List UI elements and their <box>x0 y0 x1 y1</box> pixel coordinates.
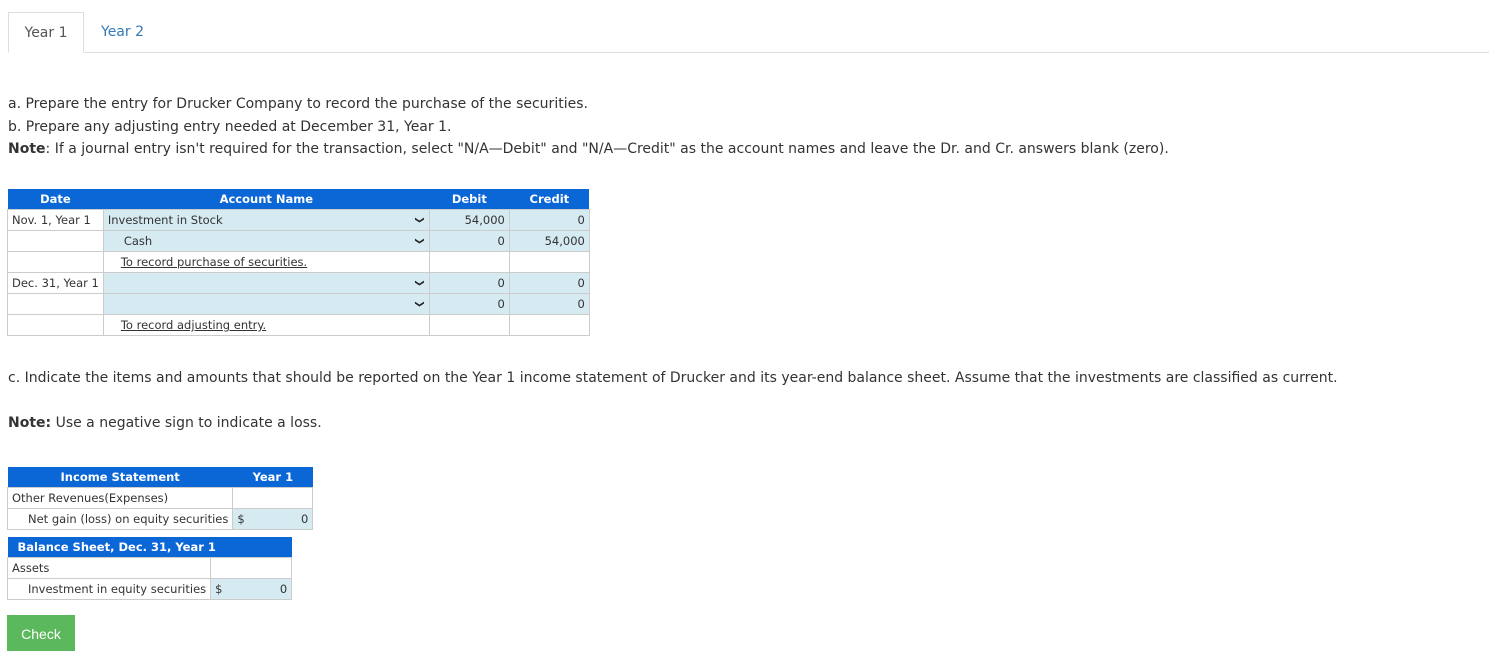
date-cell <box>7 230 104 252</box>
empty-cell <box>508 314 590 336</box>
instruction-note: Note: If a journal entry isn't required … <box>8 138 1169 161</box>
credit-input[interactable]: 0 <box>508 272 590 294</box>
instructions: a. Prepare the entry for Drucker Company… <box>8 93 1169 161</box>
currency-symbol: $ <box>215 582 223 596</box>
table-row: Dec. 31, Year 1 ❯ 0 0 <box>7 272 590 294</box>
table-row: Nov. 1, Year 1 Investment in Stock ❯ 54,0… <box>7 209 590 231</box>
note-text: Use a negative sign to indicate a loss. <box>51 415 322 431</box>
table-row: Other Revenues(Expenses) <box>6 487 314 509</box>
chevron-down-icon[interactable]: ❯ <box>414 237 424 245</box>
journal-header-row: Date Account Name Debit Credit <box>7 189 590 210</box>
line-item-label: Investment in equity securities <box>6 578 212 600</box>
header-credit: Credit <box>509 189 590 210</box>
investment-input[interactable]: $0 <box>210 578 293 600</box>
net-gain-input[interactable]: $0 <box>232 508 314 530</box>
table-row: Assets <box>6 557 293 579</box>
debit-input[interactable]: 0 <box>428 272 510 294</box>
table-row: ❯ 0 0 <box>7 293 590 315</box>
empty-cell <box>232 487 314 509</box>
header-year-1: Year 1 <box>232 467 313 488</box>
line-item-label: Net gain (loss) on equity securities <box>6 508 234 530</box>
note-text: : If a journal entry isn't required for … <box>45 141 1169 157</box>
income-statement-table: Income Statement Year 1 Other Revenues(E… <box>6 467 314 530</box>
table-row: Net gain (loss) on equity securities $0 <box>6 508 314 530</box>
empty-cell <box>428 314 510 336</box>
empty-cell <box>428 251 510 273</box>
empty-cell <box>508 251 590 273</box>
amount-value: 0 <box>301 512 309 526</box>
balance-sheet-table: Balance Sheet, Dec. 31, Year 1 Assets In… <box>6 537 293 600</box>
memo-text: To record adjusting entry. <box>102 314 430 336</box>
part-c-note: Note: Use a negative sign to indicate a … <box>8 415 322 431</box>
account-select[interactable]: Cash ❯ <box>102 230 430 252</box>
debit-input[interactable]: 0 <box>428 293 510 315</box>
note-label: Note: <box>8 415 52 431</box>
balance-header-row: Balance Sheet, Dec. 31, Year 1 <box>7 537 292 558</box>
date-cell <box>7 314 104 336</box>
instruction-a: a. Prepare the entry for Drucker Company… <box>8 96 588 112</box>
header-date: Date <box>7 189 104 210</box>
header-income-statement: Income Statement <box>7 467 233 488</box>
date-cell: Dec. 31, Year 1 <box>7 272 104 294</box>
income-header-row: Income Statement Year 1 <box>7 467 313 488</box>
table-row: To record adjusting entry. <box>7 314 590 336</box>
memo-text: To record purchase of securities. <box>102 251 430 273</box>
credit-input[interactable]: 0 <box>508 209 590 231</box>
date-cell <box>7 293 104 315</box>
table-row: To record purchase of securities. <box>7 251 590 273</box>
date-cell <box>7 251 104 273</box>
part-c-instruction: c. Indicate the items and amounts that s… <box>8 370 1338 386</box>
tab-year-1[interactable]: Year 1 <box>8 12 84 53</box>
journal-entry-table: Date Account Name Debit Credit Nov. 1, Y… <box>7 189 590 336</box>
table-row: Cash ❯ 0 54,000 <box>7 230 590 252</box>
account-select[interactable]: ❯ <box>102 293 430 315</box>
credit-input[interactable]: 54,000 <box>508 230 590 252</box>
account-value: Cash <box>123 234 153 248</box>
check-button[interactable]: Check <box>7 615 75 651</box>
header-balance-sheet: Balance Sheet, Dec. 31, Year 1 <box>7 537 292 558</box>
year-tabs: Year 1 Year 2 <box>8 12 1489 53</box>
table-row: Investment in equity securities $0 <box>6 578 293 600</box>
account-value: Investment in Stock <box>107 213 223 227</box>
note-label: Note <box>8 141 46 157</box>
chevron-down-icon[interactable]: ❯ <box>414 216 424 224</box>
debit-input[interactable]: 54,000 <box>428 209 510 231</box>
amount-value: 0 <box>279 582 288 596</box>
credit-input[interactable]: 0 <box>508 293 590 315</box>
debit-input[interactable]: 0 <box>428 230 510 252</box>
account-select[interactable]: Investment in Stock ❯ <box>102 209 430 231</box>
date-cell: Nov. 1, Year 1 <box>7 209 104 231</box>
currency-symbol: $ <box>237 512 245 526</box>
chevron-down-icon[interactable]: ❯ <box>414 300 424 308</box>
instruction-b: b. Prepare any adjusting entry needed at… <box>8 118 452 135</box>
header-account-name: Account Name <box>103 189 430 210</box>
header-debit: Debit <box>429 189 510 210</box>
section-label: Assets <box>6 557 212 579</box>
tab-year-2[interactable]: Year 2 <box>86 12 159 52</box>
empty-cell <box>210 557 293 579</box>
chevron-down-icon[interactable]: ❯ <box>414 279 424 287</box>
section-label: Other Revenues(Expenses) <box>6 487 234 509</box>
account-select[interactable]: ❯ <box>102 272 430 294</box>
